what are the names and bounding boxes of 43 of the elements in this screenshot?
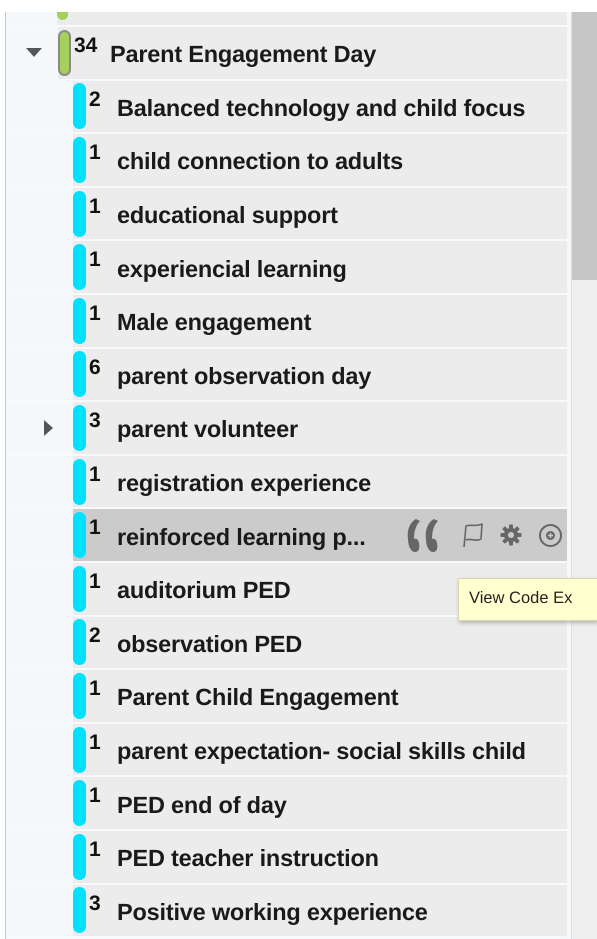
- code-label[interactable]: Balanced technology and child focus: [117, 94, 526, 122]
- code-label[interactable]: parent expectation- social skills child: [117, 738, 526, 766]
- code-label[interactable]: Male engagement: [117, 309, 312, 336]
- reference-count: 1: [89, 194, 102, 219]
- reference-count: 1: [89, 248, 102, 272]
- reference-count: 3: [89, 892, 102, 916]
- reference-count: 1: [89, 462, 102, 487]
- reference-count: 2: [89, 624, 102, 648]
- code-label[interactable]: Parent Engagement Day: [110, 41, 376, 68]
- reference-count: 2: [89, 88, 102, 112]
- code-label[interactable]: experiencial learning: [117, 256, 347, 283]
- code-label[interactable]: educational support: [117, 202, 338, 230]
- collapse-caret-icon[interactable]: [26, 48, 42, 58]
- reference-count: 1: [89, 302, 102, 326]
- reference-count: 3: [89, 409, 102, 434]
- expand-caret-icon[interactable]: [44, 420, 54, 436]
- reference-count: 1: [89, 677, 102, 702]
- code-label[interactable]: auditorium PED: [117, 577, 290, 604]
- reference-count: 6: [89, 356, 102, 380]
- reference-count: 1: [89, 570, 102, 594]
- code-label[interactable]: Positive working experience: [117, 898, 428, 926]
- reference-count: 1: [89, 516, 102, 540]
- code-label[interactable]: parent observation day: [117, 362, 372, 390]
- reference-count: 1: [89, 141, 102, 166]
- code-label[interactable]: PED teacher instruction: [117, 845, 379, 872]
- code-label[interactable]: registration experience: [117, 470, 372, 498]
- reference-count: 34: [74, 34, 98, 58]
- code-label[interactable]: observation PED: [117, 630, 302, 658]
- code-label[interactable]: child connection to adults: [117, 148, 403, 176]
- code-label[interactable]: PED end of day: [117, 792, 287, 819]
- tooltip: View Code Ex: [458, 578, 597, 621]
- code-color-bar: [57, 12, 68, 20]
- memo-flag-icon[interactable]: [462, 522, 484, 548]
- reference-count: 1: [89, 838, 102, 862]
- highlighted-row[interactable]: 1 reinforced learning p...: [73, 509, 567, 561]
- reference-count: 1: [89, 730, 102, 755]
- settings-icon[interactable]: [500, 524, 522, 546]
- reference-count: 1: [89, 784, 102, 808]
- scrollbar-thumb[interactable]: [572, 12, 597, 280]
- circle-plus-icon[interactable]: [538, 522, 563, 548]
- code-label[interactable]: Parent Child Engagement: [117, 684, 398, 712]
- code-label[interactable]: reinforced learning p...: [117, 524, 366, 551]
- code-label[interactable]: parent volunteer: [117, 416, 298, 444]
